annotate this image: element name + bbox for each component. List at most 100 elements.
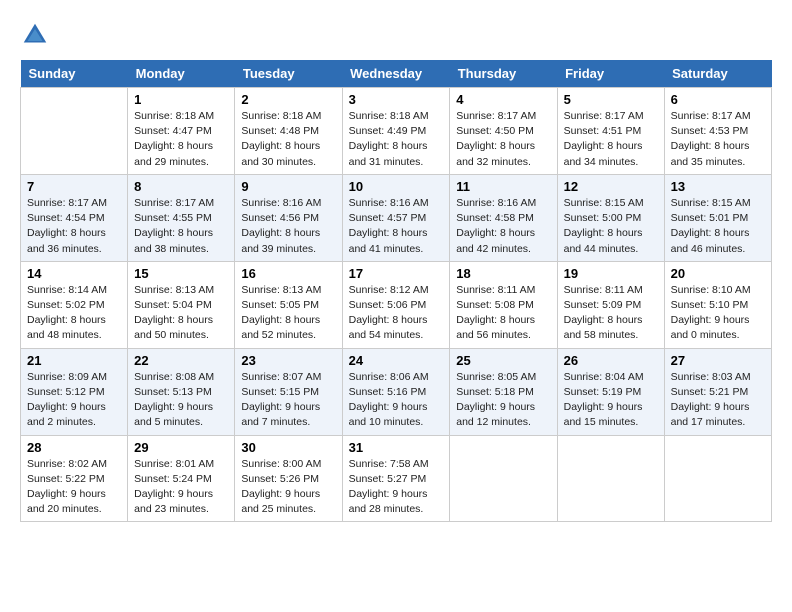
calendar-cell: 24 Sunrise: 8:06 AMSunset: 5:16 PMDayligh… xyxy=(342,348,450,435)
calendar-cell xyxy=(557,435,664,522)
calendar-cell: 31 Sunrise: 7:58 AMSunset: 5:27 PMDayligh… xyxy=(342,435,450,522)
calendar-cell: 21 Sunrise: 8:09 AMSunset: 5:12 PMDayligh… xyxy=(21,348,128,435)
day-info: Sunrise: 8:08 AMSunset: 5:13 PMDaylight:… xyxy=(134,371,214,429)
day-info: Sunrise: 8:04 AMSunset: 5:19 PMDaylight:… xyxy=(564,371,644,429)
weekday-header-cell: Thursday xyxy=(450,60,557,88)
day-info: Sunrise: 8:10 AMSunset: 5:10 PMDaylight:… xyxy=(671,284,751,342)
day-number: 20 xyxy=(671,266,765,281)
day-number: 10 xyxy=(349,179,444,194)
day-number: 23 xyxy=(241,353,335,368)
day-info: Sunrise: 8:16 AMSunset: 4:58 PMDaylight:… xyxy=(456,197,536,255)
day-number: 18 xyxy=(456,266,550,281)
day-number: 15 xyxy=(134,266,228,281)
day-number: 29 xyxy=(134,440,228,455)
day-info: Sunrise: 8:11 AMSunset: 5:09 PMDaylight:… xyxy=(564,284,643,342)
calendar-cell: 1 Sunrise: 8:18 AMSunset: 4:47 PMDaylight… xyxy=(128,88,235,175)
day-number: 5 xyxy=(564,92,658,107)
day-number: 25 xyxy=(456,353,550,368)
calendar-cell: 17 Sunrise: 8:12 AMSunset: 5:06 PMDayligh… xyxy=(342,261,450,348)
day-info: Sunrise: 8:05 AMSunset: 5:18 PMDaylight:… xyxy=(456,371,536,429)
day-info: Sunrise: 8:18 AMSunset: 4:47 PMDaylight:… xyxy=(134,110,214,168)
calendar-cell: 15Sunrise: 8:13 AMSunset: 5:04 PMDayligh… xyxy=(128,261,235,348)
day-info: Sunrise: 8:02 AMSunset: 5:22 PMDaylight:… xyxy=(27,458,107,516)
day-number: 24 xyxy=(349,353,444,368)
calendar-cell: 8 Sunrise: 8:17 AMSunset: 4:55 PMDaylight… xyxy=(128,174,235,261)
calendar-cell: 5 Sunrise: 8:17 AMSunset: 4:51 PMDaylight… xyxy=(557,88,664,175)
calendar-cell: 11 Sunrise: 8:16 AMSunset: 4:58 PMDayligh… xyxy=(450,174,557,261)
calendar-cell: 6 Sunrise: 8:17 AMSunset: 4:53 PMDaylight… xyxy=(664,88,771,175)
day-info: Sunrise: 8:09 AMSunset: 5:12 PMDaylight:… xyxy=(27,371,107,429)
calendar-cell: 3 Sunrise: 8:18 AMSunset: 4:49 PMDaylight… xyxy=(342,88,450,175)
calendar-cell: 27 Sunrise: 8:03 AMSunset: 5:21 PMDayligh… xyxy=(664,348,771,435)
calendar-cell: 4Sunrise: 8:17 AMSunset: 4:50 PMDaylight… xyxy=(450,88,557,175)
day-number: 19 xyxy=(564,266,658,281)
day-info: Sunrise: 8:17 AMSunset: 4:53 PMDaylight:… xyxy=(671,110,751,168)
day-number: 12 xyxy=(564,179,658,194)
weekday-header-cell: Tuesday xyxy=(235,60,342,88)
day-info: Sunrise: 8:18 AMSunset: 4:48 PMDaylight:… xyxy=(241,110,321,168)
day-info: Sunrise: 8:17 AMSunset: 4:51 PMDaylight:… xyxy=(564,110,644,168)
calendar-cell: 9 Sunrise: 8:16 AMSunset: 4:56 PMDaylight… xyxy=(235,174,342,261)
day-number: 9 xyxy=(241,179,335,194)
calendar-cell: 2 Sunrise: 8:18 AMSunset: 4:48 PMDaylight… xyxy=(235,88,342,175)
calendar-cell xyxy=(664,435,771,522)
day-number: 22 xyxy=(134,353,228,368)
weekday-header-cell: Saturday xyxy=(664,60,771,88)
day-number: 11 xyxy=(456,179,550,194)
weekday-header-cell: Friday xyxy=(557,60,664,88)
calendar-cell: 28 Sunrise: 8:02 AMSunset: 5:22 PMDayligh… xyxy=(21,435,128,522)
day-number: 27 xyxy=(671,353,765,368)
day-info: Sunrise: 8:14 AMSunset: 5:02 PMDaylight:… xyxy=(27,284,107,342)
day-number: 30 xyxy=(241,440,335,455)
calendar-week-row: 21 Sunrise: 8:09 AMSunset: 5:12 PMDayligh… xyxy=(21,348,772,435)
day-info: Sunrise: 8:06 AMSunset: 5:16 PMDaylight:… xyxy=(349,371,429,429)
weekday-header-cell: Wednesday xyxy=(342,60,450,88)
calendar-header-row: SundayMondayTuesdayWednesdayThursdayFrid… xyxy=(21,60,772,88)
calendar-cell: 13Sunrise: 8:15 AMSunset: 5:01 PMDayligh… xyxy=(664,174,771,261)
day-info: Sunrise: 7:58 AMSunset: 5:27 PMDaylight:… xyxy=(349,458,429,516)
day-info: Sunrise: 8:17 AMSunset: 4:50 PMDaylight:… xyxy=(456,110,536,168)
day-number: 8 xyxy=(134,179,228,194)
day-info: Sunrise: 8:07 AMSunset: 5:15 PMDaylight:… xyxy=(241,371,321,429)
calendar-cell: 22 Sunrise: 8:08 AMSunset: 5:13 PMDayligh… xyxy=(128,348,235,435)
calendar-cell xyxy=(450,435,557,522)
day-number: 17 xyxy=(349,266,444,281)
day-number: 1 xyxy=(134,92,228,107)
calendar-table: SundayMondayTuesdayWednesdayThursdayFrid… xyxy=(20,60,772,522)
day-number: 7 xyxy=(27,179,121,194)
day-info: Sunrise: 8:00 AMSunset: 5:26 PMDaylight:… xyxy=(241,458,321,516)
day-number: 28 xyxy=(27,440,121,455)
day-number: 3 xyxy=(349,92,444,107)
day-info: Sunrise: 8:15 AMSunset: 5:00 PMDaylight:… xyxy=(564,197,644,255)
day-number: 2 xyxy=(241,92,335,107)
calendar-cell: 10 Sunrise: 8:16 AMSunset: 4:57 PMDayligh… xyxy=(342,174,450,261)
calendar-week-row: 7 Sunrise: 8:17 AMSunset: 4:54 PMDaylight… xyxy=(21,174,772,261)
day-info: Sunrise: 8:16 AMSunset: 4:56 PMDaylight:… xyxy=(241,197,321,255)
day-number: 31 xyxy=(349,440,444,455)
day-info: Sunrise: 8:17 AMSunset: 4:54 PMDaylight:… xyxy=(27,197,107,255)
calendar-cell: 19 Sunrise: 8:11 AMSunset: 5:09 PMDayligh… xyxy=(557,261,664,348)
weekday-header-cell: Sunday xyxy=(21,60,128,88)
calendar-week-row: 28 Sunrise: 8:02 AMSunset: 5:22 PMDayligh… xyxy=(21,435,772,522)
day-number: 6 xyxy=(671,92,765,107)
day-info: Sunrise: 8:17 AMSunset: 4:55 PMDaylight:… xyxy=(134,197,214,255)
logo-icon xyxy=(20,20,50,50)
calendar-cell: 7 Sunrise: 8:17 AMSunset: 4:54 PMDaylight… xyxy=(21,174,128,261)
day-number: 21 xyxy=(27,353,121,368)
calendar-body: 1 Sunrise: 8:18 AMSunset: 4:47 PMDaylight… xyxy=(21,88,772,522)
day-info: Sunrise: 8:18 AMSunset: 4:49 PMDaylight:… xyxy=(349,110,429,168)
weekday-header-cell: Monday xyxy=(128,60,235,88)
calendar-week-row: 14 Sunrise: 8:14 AMSunset: 5:02 PMDayligh… xyxy=(21,261,772,348)
day-number: 14 xyxy=(27,266,121,281)
day-info: Sunrise: 8:03 AMSunset: 5:21 PMDaylight:… xyxy=(671,371,751,429)
calendar-cell: 30 Sunrise: 8:00 AMSunset: 5:26 PMDayligh… xyxy=(235,435,342,522)
day-info: Sunrise: 8:16 AMSunset: 4:57 PMDaylight:… xyxy=(349,197,429,255)
day-info: Sunrise: 8:12 AMSunset: 5:06 PMDaylight:… xyxy=(349,284,429,342)
day-number: 26 xyxy=(564,353,658,368)
logo xyxy=(20,20,54,50)
calendar-cell: 20 Sunrise: 8:10 AMSunset: 5:10 PMDayligh… xyxy=(664,261,771,348)
page-header xyxy=(20,20,772,50)
day-info: Sunrise: 8:01 AMSunset: 5:24 PMDaylight:… xyxy=(134,458,214,516)
calendar-cell: 25 Sunrise: 8:05 AMSunset: 5:18 PMDayligh… xyxy=(450,348,557,435)
calendar-cell: 18Sunrise: 8:11 AMSunset: 5:08 PMDayligh… xyxy=(450,261,557,348)
